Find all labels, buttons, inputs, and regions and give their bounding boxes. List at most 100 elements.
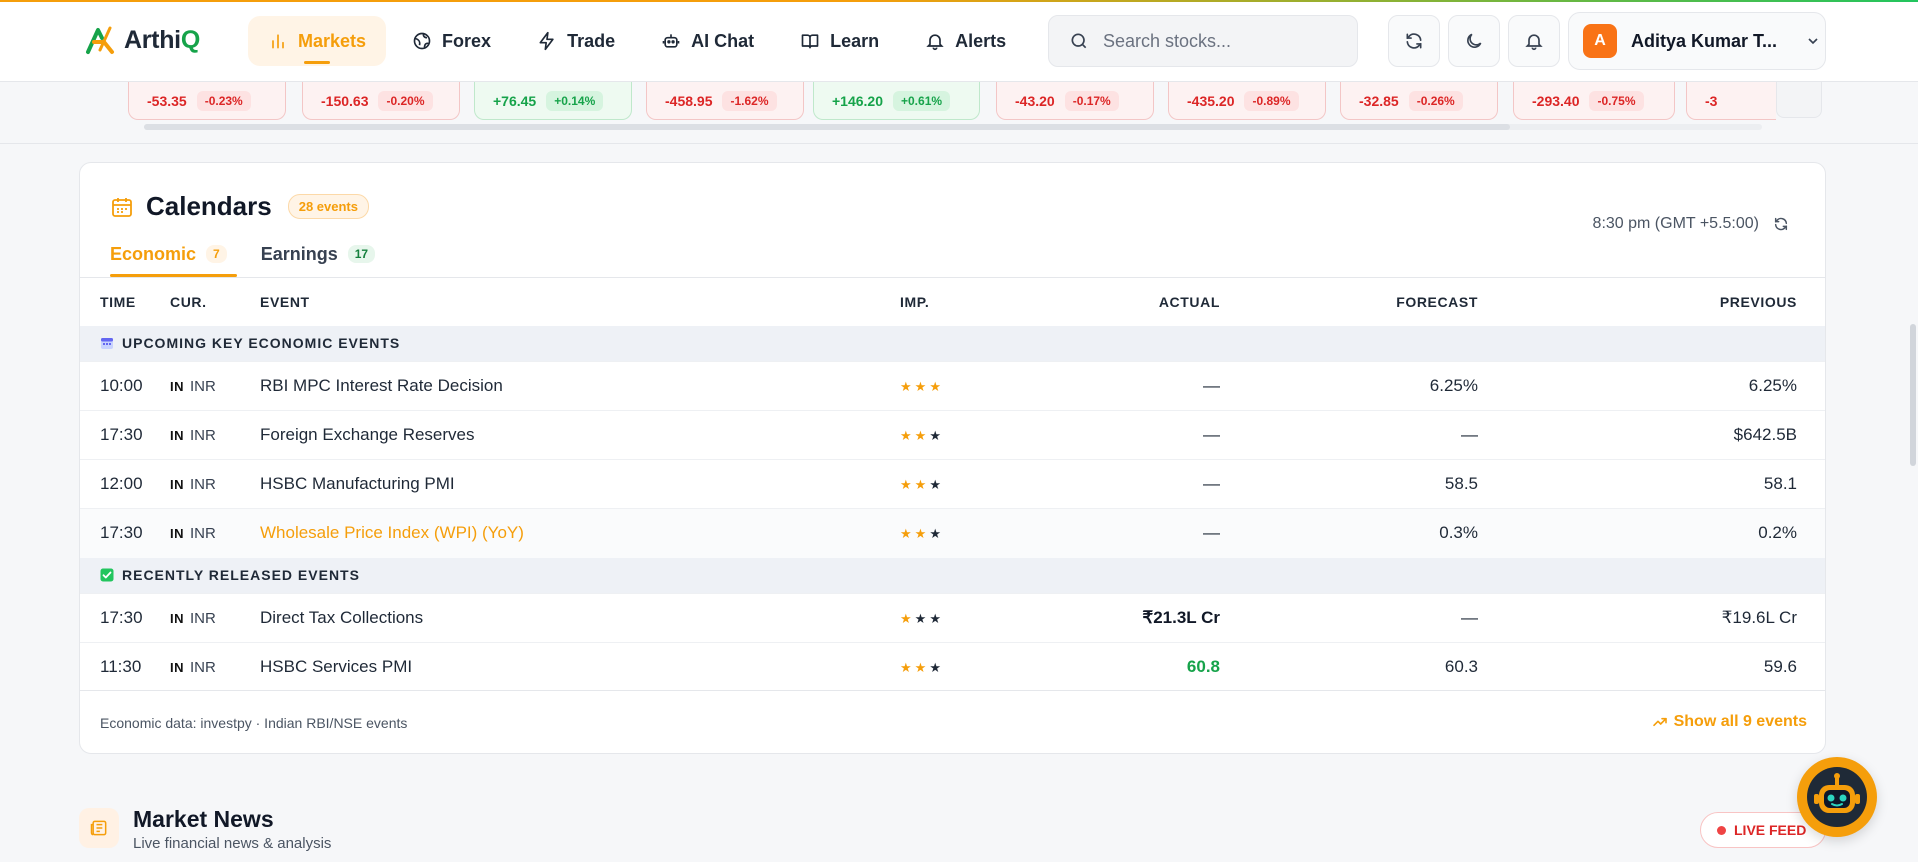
table-row[interactable]: 17:30 IN INR Foreign Exchange Reserves ★★★ — —… xyxy=(80,410,1825,460)
nav-item-markets[interactable]: Markets xyxy=(248,16,387,66)
event-name[interactable]: HSBC Manufacturing PMI xyxy=(260,460,900,509)
live-feed-label: LIVE FEED xyxy=(1734,822,1807,838)
user-menu[interactable]: A Aditya Kumar T... xyxy=(1568,12,1826,70)
event-actual: — xyxy=(1203,523,1220,543)
column-header-actual: ACTUAL xyxy=(1158,293,1220,310)
search-icon xyxy=(1071,33,1087,49)
ticker-change: -458.95 xyxy=(665,92,713,109)
ticker-card[interactable]: -293.40 -0.75% xyxy=(1513,82,1675,120)
market-news-header: Market News Live financial news & analys… xyxy=(79,806,331,852)
top-navigation-bar: ArthiQ Markets Forex Trade AI Chat Learn Aler… xyxy=(0,0,1918,82)
event-forecast: 0.3% xyxy=(1439,523,1478,543)
brand-logo[interactable]: ArthiQ xyxy=(84,24,200,56)
table-row[interactable]: 17:30 IN INR Direct Tax Collections ★★★ ₹21.3… xyxy=(80,593,1825,643)
event-name[interactable]: HSBC Services PMI xyxy=(260,643,900,692)
importance-stars: ★★★ xyxy=(900,660,944,676)
event-currency: IN INR xyxy=(170,427,216,444)
event-currency: IN INR xyxy=(170,378,216,395)
refresh-button[interactable] xyxy=(1388,15,1440,67)
live-dot-icon xyxy=(1717,825,1726,835)
ticker-card[interactable]: +76.45 +0.14% xyxy=(474,82,632,120)
event-forecast: 60.3 xyxy=(1444,657,1478,677)
event-name[interactable]: Wholesale Price Index (WPI) (YoY) xyxy=(260,509,900,558)
bell-icon xyxy=(1525,34,1543,51)
nav-item-ai-chat[interactable]: AI Chat xyxy=(641,16,774,66)
nav-label: Learn xyxy=(830,30,880,51)
ticker-card[interactable]: -435.20 -0.89% xyxy=(1168,82,1326,120)
news-subtitle: Live financial news & analysis xyxy=(133,835,332,852)
ticker-card[interactable]: -32.85 -0.26% xyxy=(1340,82,1498,120)
column-header-currency: CUR. xyxy=(170,293,207,310)
timezone-text: 8:30 pm (GMT +5.5:00) xyxy=(1592,215,1759,232)
event-previous: $642.5B xyxy=(1733,425,1797,444)
nav-label: Forex xyxy=(442,30,492,51)
table-row[interactable]: 10:00 IN INR RBI MPC Interest Rate Decision… xyxy=(80,361,1825,411)
ticker-card[interactable]: -3 xyxy=(1686,82,1776,120)
show-all-events-link[interactable]: Show all 9 events xyxy=(1652,713,1807,731)
ticker-card[interactable]: -458.95 -1.62% xyxy=(646,82,804,120)
ticker-percent-badge: +0.61% xyxy=(893,90,951,111)
event-currency: IN INR xyxy=(170,659,216,677)
event-previous: ₹19.6L Cr xyxy=(1721,608,1797,627)
check-box-icon xyxy=(100,568,114,582)
ticker-percent-badge: -0.17% xyxy=(1064,90,1119,111)
tab-count-badge: 17 xyxy=(347,245,376,263)
chevron-down-icon xyxy=(1808,38,1818,45)
nav-label: AI Chat xyxy=(691,30,755,51)
table-row[interactable]: 12:00 IN INR HSBC Manufacturing PMI ★★★ — 58.5… xyxy=(80,459,1825,509)
nav-item-learn[interactable]: Learn xyxy=(780,16,899,66)
country-flag-icon: IN xyxy=(170,526,184,542)
tab-count-badge: 7 xyxy=(206,245,227,263)
ticker-card[interactable]: -53.35 -0.23% xyxy=(128,82,286,120)
nav-item-trade[interactable]: Trade xyxy=(517,16,635,66)
ticker-card[interactable]: +146.20 +0.61% xyxy=(813,82,980,120)
table-row[interactable]: 11:30 IN INR HSBC Services PMI ★★★ 60.8 60.3 59… xyxy=(80,642,1825,692)
tab-label: Earnings xyxy=(260,243,338,264)
event-currency: IN INR xyxy=(170,476,216,493)
event-actual: 60.8 xyxy=(1186,657,1220,677)
ticker-change: +76.45 xyxy=(493,92,537,109)
brand-name: ArthiQ xyxy=(124,25,200,54)
logo-mark-icon xyxy=(86,26,114,54)
ticker-change: -43.20 xyxy=(1015,92,1055,109)
theme-toggle-button[interactable] xyxy=(1448,15,1500,67)
event-actual: ₹21.3L Cr xyxy=(1142,608,1220,627)
bell-icon xyxy=(926,34,944,51)
ai-chat-floating-button[interactable] xyxy=(1797,757,1877,837)
nav-item-forex[interactable]: Forex xyxy=(392,16,511,66)
search-box[interactable] xyxy=(1048,15,1358,67)
refresh-icon[interactable] xyxy=(1773,216,1789,232)
country-flag-icon: IN xyxy=(170,428,184,443)
ticker-scroll-button[interactable] xyxy=(1776,82,1822,118)
card-header: Calendars 28 events xyxy=(110,191,369,222)
event-name[interactable]: RBI MPC Interest Rate Decision xyxy=(260,362,900,411)
nav-label: Markets xyxy=(298,30,367,51)
refresh-icon xyxy=(1406,33,1422,49)
event-actual: — xyxy=(1203,425,1220,444)
page-scrollbar-thumb[interactable] xyxy=(1910,324,1916,466)
column-header-time: TIME xyxy=(100,293,136,310)
ticker-scroll-thumb[interactable] xyxy=(144,124,1510,130)
section-title: RECENTLY RELEASED EVENTS xyxy=(80,558,1825,594)
nav-item-alerts[interactable]: Alerts xyxy=(905,16,1026,66)
economic-calendar-table: TIME CUR. EVENT IMP. ACTUAL FORECAST PRE… xyxy=(80,277,1825,692)
ticker-card[interactable]: -150.63 -0.20% xyxy=(302,82,460,120)
market-ticker-strip: -53.35 -0.23% -150.63 -0.20% +76.45 +0.14% -45… xyxy=(128,82,1776,134)
data-source-note: Economic data: investpy · Indian RBI/NSE… xyxy=(100,715,408,731)
divider xyxy=(0,143,1918,144)
table-row[interactable]: 17:30 IN INR Wholesale Price Index (WPI) (Y… xyxy=(80,508,1825,558)
ticker-percent-badge: -0.20% xyxy=(378,90,433,111)
news-title: Market News xyxy=(133,806,274,832)
notifications-button[interactable] xyxy=(1508,15,1560,67)
tab-economic[interactable]: Economic 7 xyxy=(110,231,237,277)
section-header-row: UPCOMING KEY ECONOMIC EVENTS xyxy=(80,325,1825,362)
event-name[interactable]: Direct Tax Collections xyxy=(260,594,900,643)
card-title: Calendars xyxy=(146,191,272,221)
ticker-card[interactable]: -43.20 -0.17% xyxy=(996,82,1154,120)
nav-label: Trade xyxy=(567,30,616,51)
search-input[interactable] xyxy=(1103,30,1323,52)
event-name[interactable]: Foreign Exchange Reserves xyxy=(260,411,900,460)
tab-earnings[interactable]: Earnings 17 xyxy=(261,231,381,277)
ticker-percent-badge: -0.26% xyxy=(1408,90,1463,111)
bar-chart-icon xyxy=(272,34,284,49)
